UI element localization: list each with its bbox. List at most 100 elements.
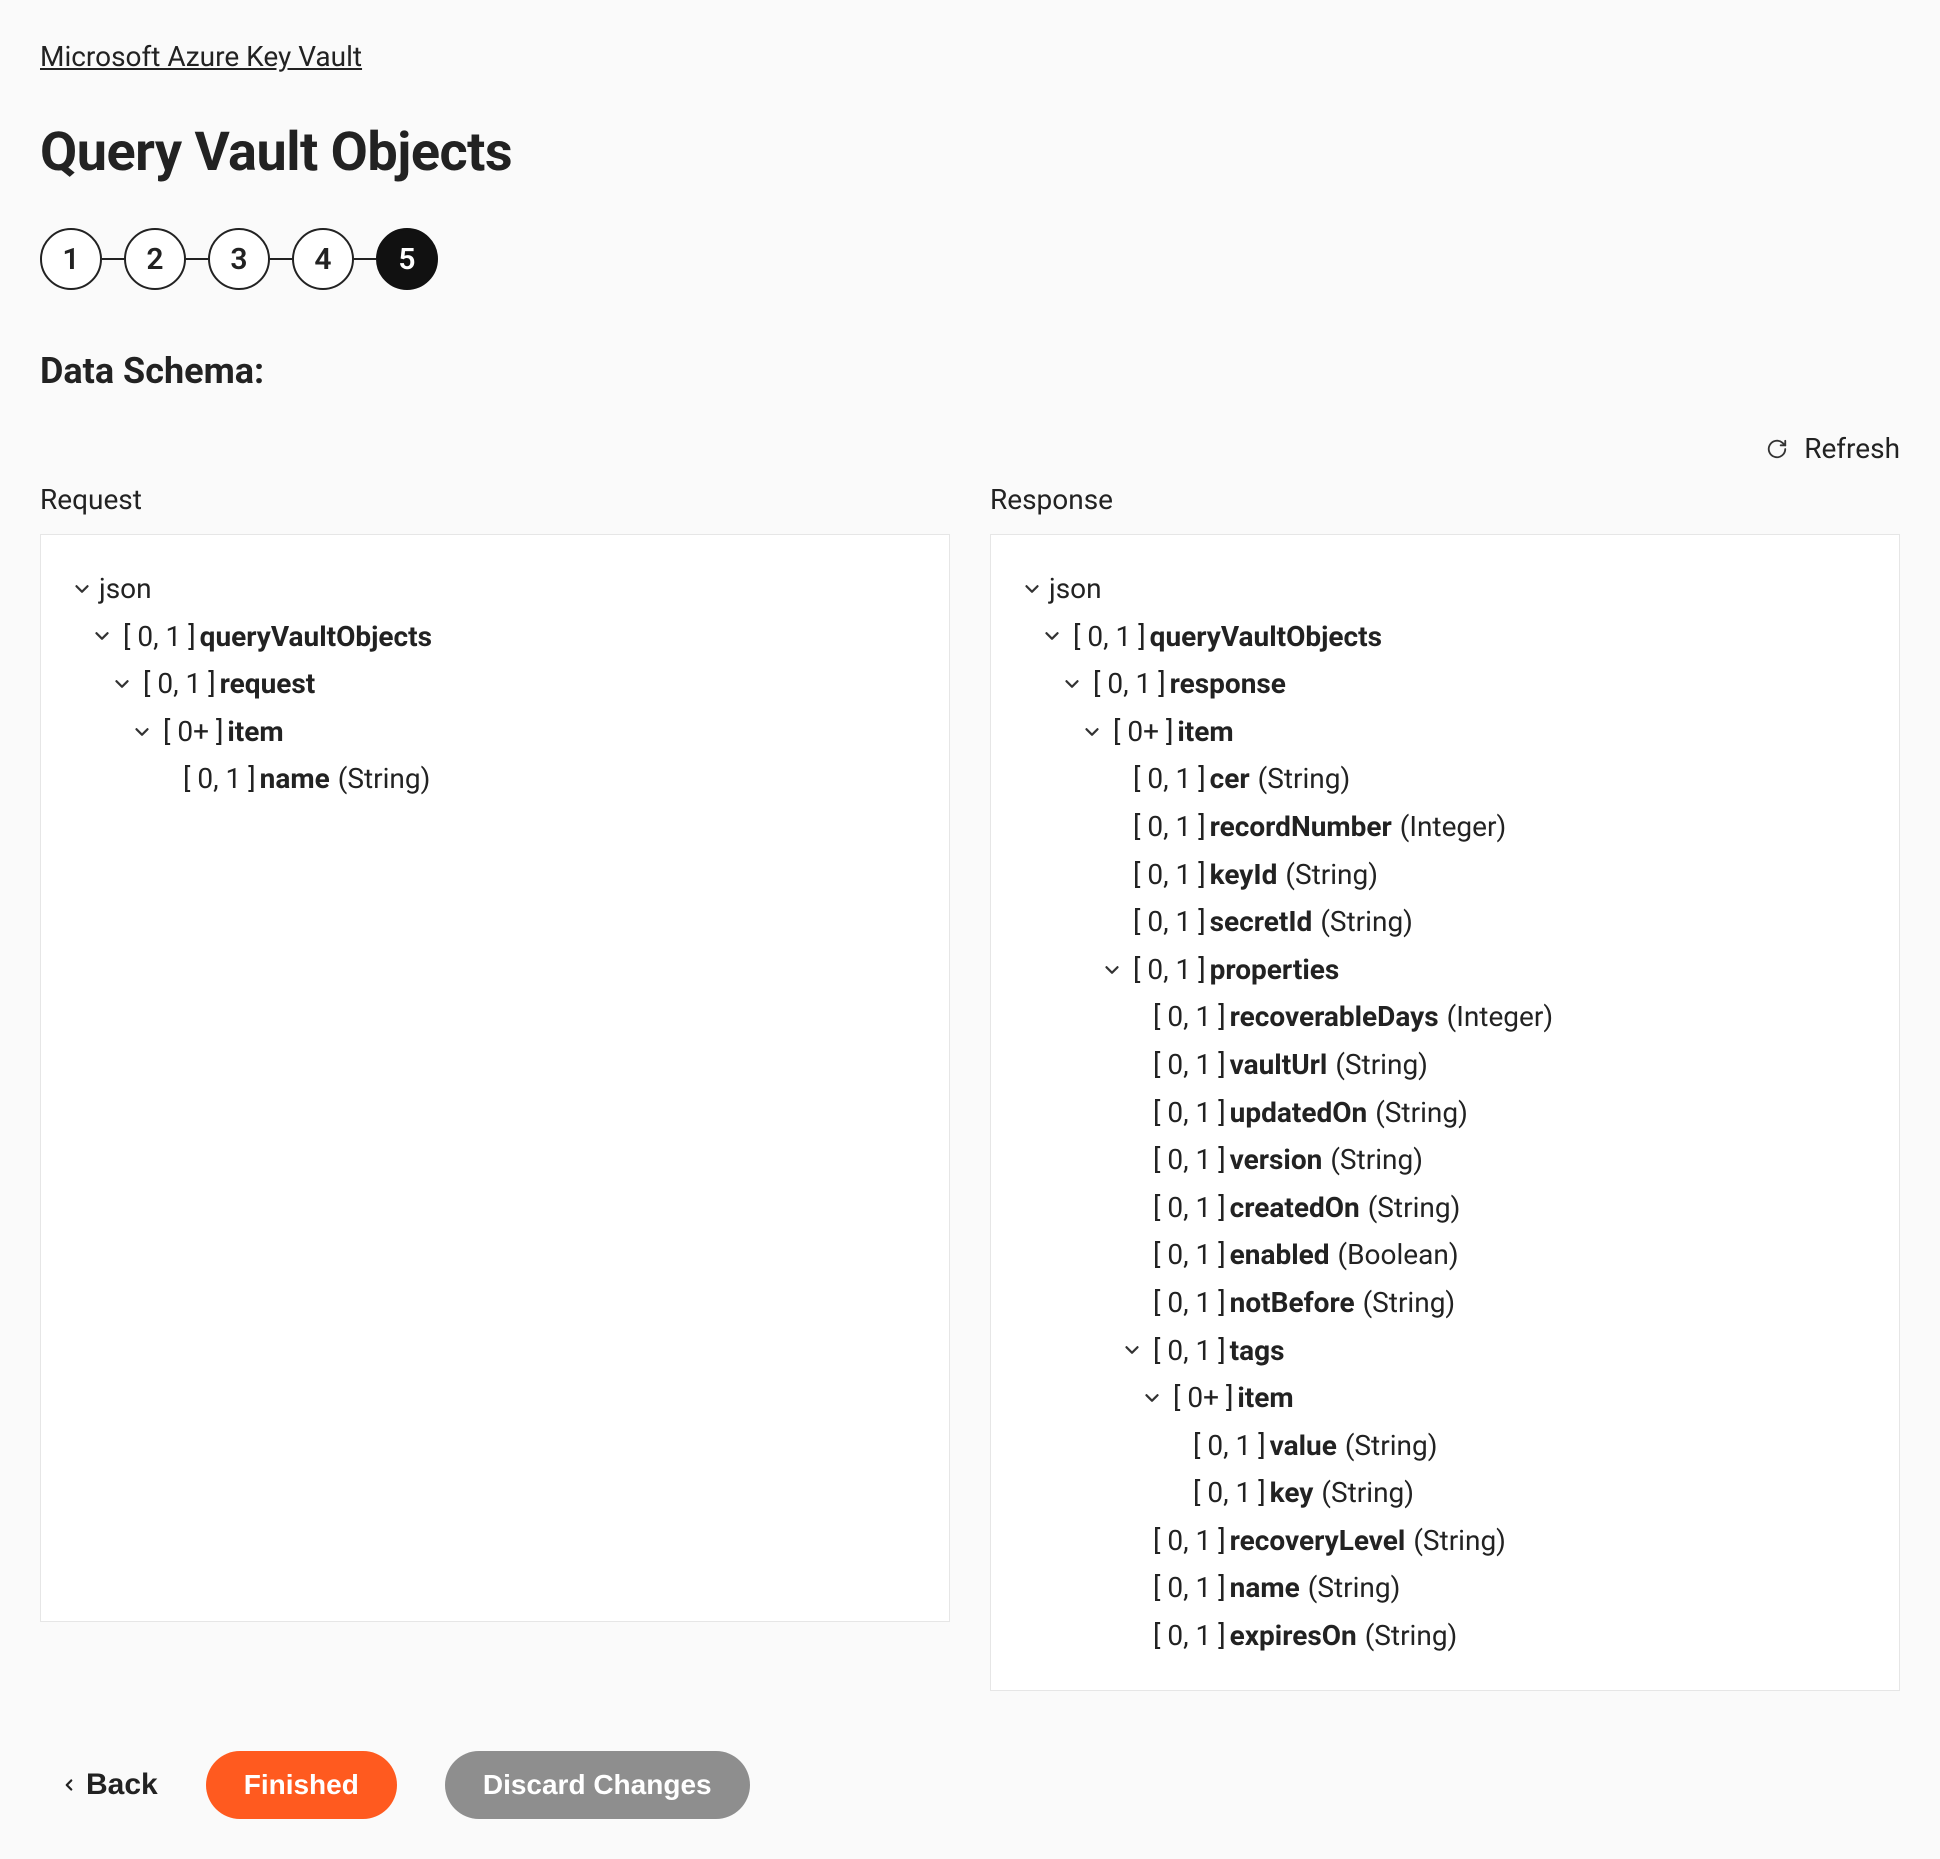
tree-node-cardinality: [ 0+ ] (1113, 715, 1173, 749)
chevron-down-icon[interactable] (1039, 623, 1065, 649)
response-tree-row[interactable]: [ 0+ ] item (1015, 1374, 1875, 1422)
tree-node-cardinality: [ 0, 1 ] (1153, 1096, 1226, 1130)
response-tree-row[interactable]: [ 0, 1 ] properties (1015, 946, 1875, 994)
response-panel: json[ 0, 1 ] queryVaultObjects[ 0, 1 ] r… (990, 534, 1900, 1691)
tree-node-name: expiresOn (1230, 1619, 1357, 1653)
response-tree-row: [ 0, 1 ] enabled (Boolean) (1015, 1231, 1875, 1279)
chevron-down-icon[interactable] (129, 719, 155, 745)
discard-button[interactable]: Discard Changes (445, 1751, 750, 1819)
step-1[interactable]: 1 (40, 228, 102, 290)
request-tree-row[interactable]: [ 0, 1 ] queryVaultObjects (65, 613, 925, 661)
tree-node-name: name (260, 762, 330, 796)
chevron-down-icon[interactable] (89, 623, 115, 649)
response-tree-row[interactable]: [ 0, 1 ] response (1015, 660, 1875, 708)
tree-node-name: queryVaultObjects (1150, 620, 1382, 654)
tree-node-name: properties (1210, 953, 1340, 987)
tree-node-cardinality: [ 0, 1 ] (1153, 1334, 1226, 1368)
step-5[interactable]: 5 (376, 228, 438, 290)
back-label: Back (86, 1768, 158, 1802)
step-4[interactable]: 4 (292, 228, 354, 290)
response-tree-row: [ 0, 1 ] notBefore (String) (1015, 1279, 1875, 1327)
request-tree-row[interactable]: [ 0+ ] item (65, 708, 925, 756)
page-title: Query Vault Objects (40, 121, 1900, 184)
tree-node-type: (String) (1368, 1191, 1461, 1225)
refresh-button[interactable]: Refresh (40, 432, 1900, 465)
tree-node-cardinality: [ 0+ ] (1173, 1381, 1233, 1415)
response-panel-label: Response (990, 483, 1900, 516)
chevron-down-icon[interactable] (1059, 671, 1085, 697)
breadcrumb-link[interactable]: Microsoft Azure Key Vault (40, 40, 362, 73)
step-2[interactable]: 2 (124, 228, 186, 290)
tree-node-name: enabled (1230, 1238, 1330, 1272)
chevron-left-icon (60, 1768, 78, 1802)
request-tree-row[interactable]: json (65, 565, 925, 613)
tree-node-cardinality: [ 0, 1 ] (1133, 858, 1206, 892)
tree-node-cardinality: [ 0, 1 ] (1153, 1048, 1226, 1082)
tree-node-name: item (227, 715, 283, 749)
tree-node-type: (String) (1330, 1143, 1423, 1177)
chevron-down-icon[interactable] (1139, 1385, 1165, 1411)
tree-node-cardinality: [ 0, 1 ] (1153, 1571, 1226, 1605)
tree-node-label: json (99, 572, 152, 606)
tree-node-cardinality: [ 0, 1 ] (1153, 1619, 1226, 1653)
chevron-down-icon[interactable] (69, 576, 95, 602)
tree-node-name: response (1170, 667, 1286, 701)
tree-node-type: (String) (1321, 1476, 1414, 1510)
response-tree-row: [ 0, 1 ] updatedOn (String) (1015, 1089, 1875, 1137)
tree-node-name: notBefore (1230, 1286, 1355, 1320)
chevron-down-icon[interactable] (1099, 957, 1125, 983)
response-tree-row[interactable]: [ 0+ ] item (1015, 708, 1875, 756)
chevron-down-icon[interactable] (1119, 1337, 1145, 1363)
step-connector (354, 258, 376, 260)
tree-node-cardinality: [ 0, 1 ] (143, 667, 216, 701)
tree-node-cardinality: [ 0, 1 ] (1073, 620, 1146, 654)
tree-node-name: item (1177, 715, 1233, 749)
tree-node-cardinality: [ 0, 1 ] (1153, 1000, 1226, 1034)
chevron-down-icon[interactable] (1019, 576, 1045, 602)
tree-node-type: (Boolean) (1338, 1238, 1459, 1272)
tree-node-name: name (1230, 1571, 1300, 1605)
tree-node-cardinality: [ 0, 1 ] (1093, 667, 1166, 701)
tree-node-name: cer (1210, 762, 1250, 796)
tree-node-type: (String) (1335, 1048, 1428, 1082)
response-tree-row: [ 0, 1 ] keyId (String) (1015, 851, 1875, 899)
response-tree-row[interactable]: [ 0, 1 ] queryVaultObjects (1015, 613, 1875, 661)
chevron-down-icon[interactable] (109, 671, 135, 697)
stepper: 12345 (40, 228, 1900, 290)
tree-node-name: keyId (1210, 858, 1278, 892)
step-3[interactable]: 3 (208, 228, 270, 290)
tree-node-name: secretId (1210, 905, 1313, 939)
response-tree-row[interactable]: [ 0, 1 ] tags (1015, 1327, 1875, 1375)
tree-node-cardinality: [ 0, 1 ] (1153, 1191, 1226, 1225)
tree-node-type: (String) (1363, 1286, 1456, 1320)
tree-node-name: updatedOn (1230, 1096, 1368, 1130)
tree-node-cardinality: [ 0, 1 ] (1153, 1143, 1226, 1177)
tree-node-type: (String) (1285, 858, 1378, 892)
tree-node-cardinality: [ 0, 1 ] (1133, 810, 1206, 844)
tree-node-type: (String) (338, 762, 431, 796)
response-tree-row[interactable]: json (1015, 565, 1875, 613)
tree-node-name: tags (1230, 1334, 1285, 1368)
tree-node-name: item (1237, 1381, 1293, 1415)
response-tree-row: [ 0, 1 ] value (String) (1015, 1422, 1875, 1470)
tree-node-cardinality: [ 0, 1 ] (1153, 1524, 1226, 1558)
tree-node-type: (String) (1365, 1619, 1458, 1653)
response-tree-row: [ 0, 1 ] createdOn (String) (1015, 1184, 1875, 1232)
tree-node-cardinality: [ 0, 1 ] (123, 620, 196, 654)
tree-node-cardinality: [ 0, 1 ] (1193, 1429, 1266, 1463)
finished-button[interactable]: Finished (206, 1751, 397, 1819)
chevron-down-icon[interactable] (1079, 719, 1105, 745)
response-tree-row: [ 0, 1 ] expiresOn (String) (1015, 1612, 1875, 1660)
tree-node-cardinality: [ 0, 1 ] (183, 762, 256, 796)
back-button[interactable]: Back (60, 1768, 158, 1802)
tree-node-type: (String) (1345, 1429, 1438, 1463)
response-tree-row: [ 0, 1 ] recoverableDays (Integer) (1015, 993, 1875, 1041)
refresh-icon (1764, 436, 1790, 462)
tree-node-name: key (1270, 1476, 1314, 1510)
tree-node-name: queryVaultObjects (200, 620, 432, 654)
step-connector (102, 258, 124, 260)
refresh-label: Refresh (1804, 432, 1900, 465)
tree-node-type: (String) (1375, 1096, 1468, 1130)
response-tree-row: [ 0, 1 ] key (String) (1015, 1469, 1875, 1517)
request-tree-row[interactable]: [ 0, 1 ] request (65, 660, 925, 708)
